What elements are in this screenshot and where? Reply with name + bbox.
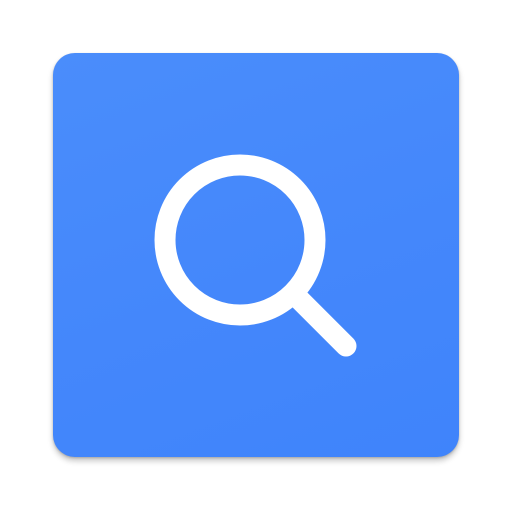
app-icon-tile[interactable]: [53, 53, 459, 457]
app-icon-canvas: [0, 0, 512, 512]
